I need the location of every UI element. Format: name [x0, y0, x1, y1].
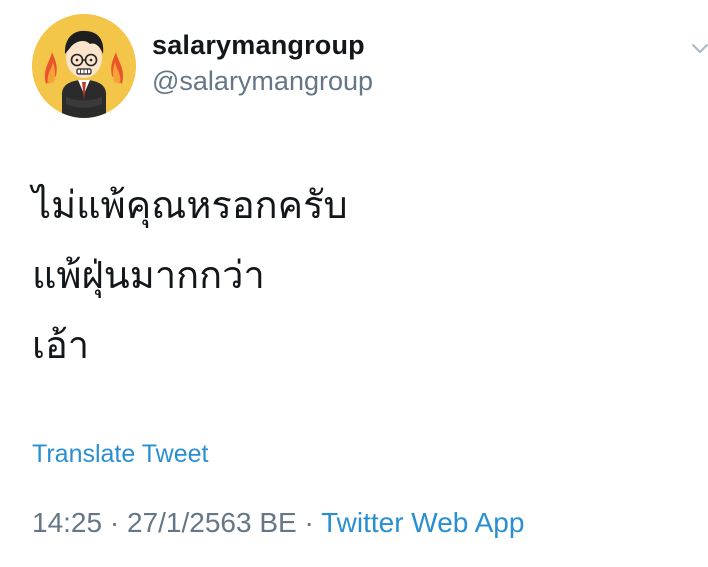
tweet-card: salarymangroup @salarymangroup ไม่แพ้คุณ…	[0, 0, 708, 567]
author-display-name[interactable]: salarymangroup	[152, 30, 365, 61]
tweet-meta: 14:25 · 27/1/2563 BE · Twitter Web App	[32, 507, 524, 539]
author-avatar[interactable]	[32, 14, 136, 118]
tweet-date[interactable]: 27/1/2563 BE	[127, 507, 297, 538]
translate-tweet-link[interactable]: Translate Tweet	[32, 440, 208, 469]
author-handle[interactable]: @salarymangroup	[152, 66, 373, 97]
tweet-text-line: ไม่แพ้คุณหรอกครับ	[32, 183, 348, 227]
tweet-time[interactable]: 14:25	[32, 507, 102, 538]
tweet-text-line: เอ้า	[32, 323, 90, 367]
tweet-source-link[interactable]: Twitter Web App	[321, 507, 524, 538]
meta-separator: ·	[102, 507, 127, 538]
tweet-text-line: แพ้ฝุ่นมากกว่า	[32, 253, 265, 297]
chevron-down-icon[interactable]	[690, 40, 708, 58]
salaryman-avatar-icon	[32, 14, 136, 118]
tweet-text: ไม่แพ้คุณหรอกครับ แพ้ฝุ่นมากกว่า เอ้า	[32, 170, 672, 380]
meta-separator: ·	[296, 507, 322, 538]
